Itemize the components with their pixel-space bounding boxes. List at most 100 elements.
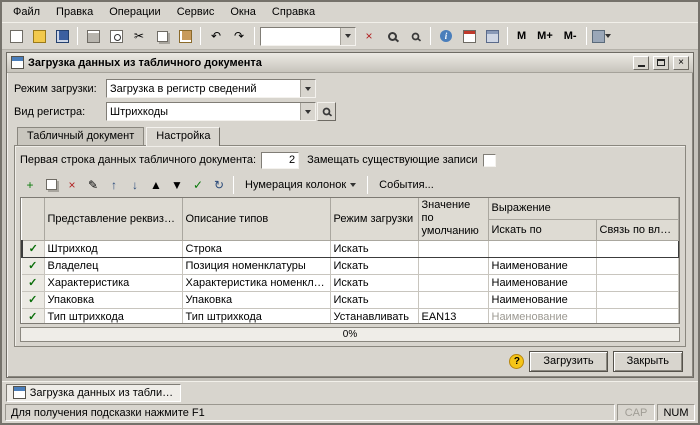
register-choose-button[interactable] [317,102,336,121]
sort-ascending-button[interactable]: ▲ [146,175,166,195]
cell-owner-link[interactable] [596,308,679,323]
new-document-button[interactable] [5,25,27,47]
dialog-titlebar[interactable]: Загрузка данных из табличного документа … [7,53,693,73]
print-preview-button[interactable] [105,25,127,47]
menu-edit[interactable]: Правка [49,4,100,20]
search-dropdown-button[interactable] [340,27,355,45]
cell-types[interactable]: Характеристика номенкла... [182,274,331,292]
tab-settings[interactable]: Настройка [146,127,221,146]
column-numbering-button[interactable]: Нумерация колонок [238,175,363,195]
cell-default[interactable] [418,274,489,292]
move-up-button[interactable]: ↑ [104,175,124,195]
cell-owner-link[interactable] [596,274,679,292]
cell-mode[interactable]: Устанавливать [330,308,419,323]
register-kind-dropdown-button[interactable] [300,103,315,120]
menu-service[interactable]: Сервис [170,4,222,20]
cell-search-by[interactable]: Наименование [488,257,597,275]
row-checkbox[interactable]: ✓ [22,257,45,275]
cell-default[interactable] [418,239,489,258]
row-checkbox[interactable]: ✓ [22,291,45,309]
close-button[interactable]: × [673,55,689,70]
copy-row-button[interactable] [41,175,61,195]
cell-search-by[interactable]: Наименование [488,291,597,309]
save-button[interactable] [51,25,73,47]
first-row-input[interactable] [261,151,300,169]
menu-windows[interactable]: Окна [223,4,263,20]
cell-mode[interactable]: Искать [330,274,419,292]
cell-default[interactable] [418,291,489,309]
calculator-button[interactable] [481,25,503,47]
row-checkbox[interactable]: ✓ [22,274,45,292]
row-checkbox[interactable]: ✓ [21,239,45,258]
cell-mode[interactable]: Искать [330,257,419,275]
cell-types[interactable]: Упаковка [182,291,331,309]
cell-attribute[interactable]: Тип штрихкода [44,308,183,323]
header-row: Представление реквизита Описание типов Р… [22,198,679,241]
info-button[interactable]: i [435,25,457,47]
events-button[interactable]: События... [372,175,441,195]
check-icon: ✓ [192,177,204,192]
replace-records-checkbox[interactable] [482,153,496,167]
memory-plus-button[interactable]: M+ [532,25,558,47]
search-combobox[interactable] [260,26,356,46]
add-row-button[interactable]: + [20,175,40,195]
row-checkbox[interactable]: ✓ [22,308,45,323]
cell-search-by[interactable]: Наименование [488,274,597,292]
cell-owner-link[interactable] [596,257,679,275]
register-kind-select[interactable]: Штрихкоды [106,102,316,121]
check-all-button[interactable]: ✓ [188,175,208,195]
maximize-button[interactable] [653,55,669,70]
print-button[interactable] [82,25,104,47]
load-mode-select[interactable]: Загрузка в регистр сведений [106,79,316,98]
find-next-button[interactable] [404,25,426,47]
cell-attribute[interactable]: Штрихкод [44,239,183,258]
minimize-button[interactable] [633,55,649,70]
sort-descending-button[interactable]: ▼ [167,175,187,195]
cell-default[interactable]: EAN13 [418,308,489,323]
cell-attribute[interactable]: Характеристика [44,274,183,292]
copy-icon [45,179,57,190]
cell-mode[interactable]: Искать [330,291,419,309]
load-mode-label: Режим загрузки: [14,82,97,95]
open-button[interactable] [28,25,50,47]
cell-search-by[interactable]: Наименование [488,308,597,323]
load-button[interactable]: Загрузить [529,350,608,372]
menu-help[interactable]: Справка [265,4,322,20]
cell-default[interactable] [418,257,489,275]
cell-owner-link[interactable] [596,239,679,258]
load-mode-dropdown-button[interactable] [300,80,315,97]
cell-types[interactable]: Тип штрихкода [182,308,331,323]
cell-attribute[interactable]: Упаковка [44,291,183,309]
clear-search-button[interactable]: × [358,25,380,47]
cell-search-by[interactable] [488,239,597,258]
refresh-button[interactable]: ↻ [209,175,229,195]
edit-row-button[interactable]: ✎ [83,175,103,195]
copy-button[interactable] [151,25,173,47]
delete-row-button[interactable]: × [62,175,82,195]
menu-operations[interactable]: Операции [102,4,167,20]
memory-minus-button[interactable]: M- [559,25,582,47]
toolbar-separator [254,27,255,45]
tab-tabular-document[interactable]: Табличный документ [17,127,145,145]
table-row: ✓ Владелец Позиция номенклатуры Искать Н… [22,257,679,275]
move-down-button[interactable]: ↓ [125,175,145,195]
cell-types[interactable]: Строка [182,239,331,258]
close-dialog-button[interactable]: Закрыть [612,350,683,372]
cell-mode[interactable]: Искать [330,239,419,258]
calendar-button[interactable] [458,25,480,47]
taskbar-item-load-data[interactable]: Загрузка данных из таблич... [6,383,181,402]
paste-button[interactable] [174,25,196,47]
memory-recall-button[interactable]: M [512,25,531,47]
menu-file[interactable]: Файл [6,4,47,20]
cell-owner-link[interactable] [596,291,679,309]
redo-button[interactable]: ↷ [228,25,250,47]
sort-asc-icon: ▲ [150,177,162,192]
calculator-icon [485,29,499,43]
cell-types[interactable]: Позиция номенклатуры [182,257,331,275]
service-menu-button[interactable] [591,25,613,47]
undo-button[interactable]: ↶ [205,25,227,47]
cell-attribute[interactable]: Владелец [44,257,183,275]
cut-button[interactable]: ✂ [128,25,150,47]
find-button[interactable] [381,25,403,47]
help-button[interactable]: ? [509,353,525,369]
